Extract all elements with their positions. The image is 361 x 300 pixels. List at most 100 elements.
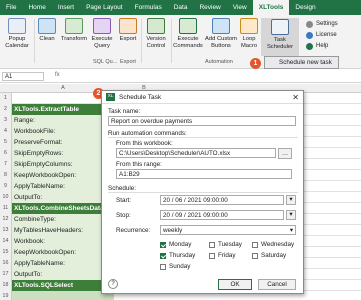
- run-commands-label: Run automation commands:: [108, 130, 187, 137]
- day-checkbox-wednesday[interactable]: Wednesday: [252, 241, 294, 248]
- row-number[interactable]: 19: [0, 291, 12, 300]
- tab-page-layout[interactable]: Page Layout: [80, 0, 129, 15]
- cell-a[interactable]: KeepWorkbookOpen:: [12, 247, 114, 258]
- tab-view[interactable]: View: [227, 0, 253, 15]
- tab-insert[interactable]: Insert: [52, 0, 80, 15]
- help-icon[interactable]: ?: [108, 279, 118, 289]
- workbook-path-input[interactable]: C:\Users\Desktop\Scheduler\AUTO.xlsx: [116, 148, 276, 158]
- export-button[interactable]: Export: [116, 18, 140, 43]
- range-input[interactable]: A1:B29: [116, 169, 292, 179]
- name-box[interactable]: A1: [2, 72, 44, 81]
- loop-macro-button[interactable]: Loop Macro: [238, 18, 260, 50]
- cell-a[interactable]: ApplyTableName:: [12, 258, 114, 269]
- execute-query-button[interactable]: Execute Query: [90, 18, 114, 50]
- transform-button[interactable]: Transform: [60, 18, 88, 43]
- cell-a[interactable]: PreserveFormat:: [12, 137, 114, 148]
- day-checkbox-saturday[interactable]: Saturday: [252, 252, 286, 259]
- cell-a[interactable]: XLTools.SQLSelect: [12, 280, 114, 291]
- schedule-task-dialog: XL Schedule Task ✕ Task name: Report on …: [101, 90, 304, 294]
- row-number[interactable]: 4: [0, 126, 12, 137]
- tab-file[interactable]: File: [0, 0, 22, 15]
- task-scheduler-button[interactable]: Task Scheduler: [261, 18, 299, 56]
- group-label-automation: Automation: [205, 59, 233, 65]
- row-number[interactable]: 6: [0, 148, 12, 159]
- day-checkbox-sunday[interactable]: Sunday: [160, 263, 190, 270]
- clean-label: Clean: [39, 36, 55, 42]
- close-icon[interactable]: ✕: [292, 93, 299, 102]
- checkbox-thursday[interactable]: [160, 252, 166, 259]
- row-number[interactable]: 17: [0, 269, 12, 280]
- checkbox-saturday[interactable]: [252, 252, 258, 259]
- custom-buttons-icon: [212, 18, 230, 34]
- start-calendar-icon[interactable]: ▾: [286, 195, 296, 205]
- row-number[interactable]: 11: [0, 203, 12, 214]
- tab-formulas[interactable]: Formulas: [129, 0, 168, 15]
- row-number[interactable]: 12: [0, 214, 12, 225]
- export-label: Export: [119, 36, 137, 42]
- popup-calendar-button[interactable]: Popup Calendar: [2, 18, 32, 50]
- cell-a[interactable]: WorkbookFile:: [12, 126, 114, 137]
- add-custom-buttons-button[interactable]: Add Custom Buttons: [204, 18, 238, 50]
- cancel-button[interactable]: Cancel: [258, 279, 296, 290]
- row-number[interactable]: 8: [0, 170, 12, 181]
- checkbox-friday[interactable]: [209, 252, 215, 259]
- row-number[interactable]: 1: [0, 93, 12, 104]
- row-number[interactable]: 7: [0, 159, 12, 170]
- row-number[interactable]: 3: [0, 115, 12, 126]
- cell-a[interactable]: OutputTo:: [12, 192, 114, 203]
- start-label: Start:: [116, 197, 132, 204]
- transform-icon: [65, 18, 83, 34]
- checkbox-sunday[interactable]: [160, 263, 166, 270]
- settings-item[interactable]: Settings: [306, 19, 338, 30]
- stop-calendar-icon[interactable]: ▾: [286, 210, 296, 220]
- ok-button[interactable]: OK: [218, 279, 252, 290]
- day-label-thursday: Thursday: [169, 252, 196, 259]
- cell-a[interactable]: CombineType:: [12, 214, 114, 225]
- license-item[interactable]: License: [306, 30, 338, 41]
- tab-design[interactable]: Design: [289, 0, 321, 15]
- row-number[interactable]: 15: [0, 247, 12, 258]
- tab-xltools[interactable]: XLTools: [252, 0, 290, 15]
- help-item[interactable]: Help: [306, 41, 338, 52]
- row-number[interactable]: 13: [0, 225, 12, 236]
- cell-a[interactable]: SkipEmptyRows:: [12, 148, 114, 159]
- cell-a[interactable]: MyTablesHaveHeaders:: [12, 225, 114, 236]
- row-number[interactable]: 10: [0, 192, 12, 203]
- stop-datetime-input[interactable]: 20 / 09 / 2021 09:00:00: [160, 210, 284, 220]
- cell-a[interactable]: OutputTo:: [12, 269, 114, 280]
- row-number[interactable]: 9: [0, 181, 12, 192]
- checkbox-wednesday[interactable]: [252, 241, 258, 248]
- cell-a[interactable]: XLTools.CombineSheetsData: [12, 203, 114, 214]
- tab-data[interactable]: Data: [168, 0, 194, 15]
- recurrence-select[interactable]: weekly ▾: [160, 225, 296, 235]
- cell-a[interactable]: KeepWorkbookOpen:: [12, 170, 114, 181]
- day-checkbox-thursday[interactable]: Thursday: [160, 252, 195, 259]
- task-name-input[interactable]: Report on overdue payments: [108, 116, 296, 126]
- cell-a[interactable]: Range:: [12, 115, 114, 126]
- eraser-icon: [38, 18, 56, 34]
- cell-a[interactable]: ApplyTableName:: [12, 181, 114, 192]
- version-control-button[interactable]: Version Control: [143, 18, 169, 50]
- day-checkbox-tuesday[interactable]: Tuesday: [209, 241, 242, 248]
- row-number[interactable]: 18: [0, 280, 12, 291]
- cell-a[interactable]: [12, 291, 114, 300]
- schedule-new-task-menu-item[interactable]: Schedule new task: [264, 56, 339, 69]
- day-checkbox-friday[interactable]: Friday: [209, 252, 236, 259]
- day-checkbox-monday[interactable]: Monday: [160, 241, 191, 248]
- checkbox-tuesday[interactable]: [209, 241, 215, 248]
- execute-commands-button[interactable]: Execute Commands: [172, 18, 204, 50]
- row-number[interactable]: 2: [0, 104, 12, 115]
- cell-a[interactable]: SkipEmptyColumns:: [12, 159, 114, 170]
- row-number[interactable]: 16: [0, 258, 12, 269]
- row-number[interactable]: 5: [0, 137, 12, 148]
- row-number[interactable]: 14: [0, 236, 12, 247]
- tab-review[interactable]: Review: [193, 0, 226, 15]
- cell-a[interactable]: XLTools.ExtractTable: [12, 104, 114, 115]
- tab-home[interactable]: Home: [22, 0, 51, 15]
- checkbox-monday[interactable]: [160, 241, 166, 248]
- cell-a[interactable]: Workbook:: [12, 236, 114, 247]
- clean-button[interactable]: Clean: [36, 18, 58, 43]
- start-datetime-input[interactable]: 20 / 06 / 2021 09:00:00: [160, 195, 284, 205]
- browse-button[interactable]: …: [278, 148, 292, 159]
- right-menu: Settings License Help: [306, 19, 338, 52]
